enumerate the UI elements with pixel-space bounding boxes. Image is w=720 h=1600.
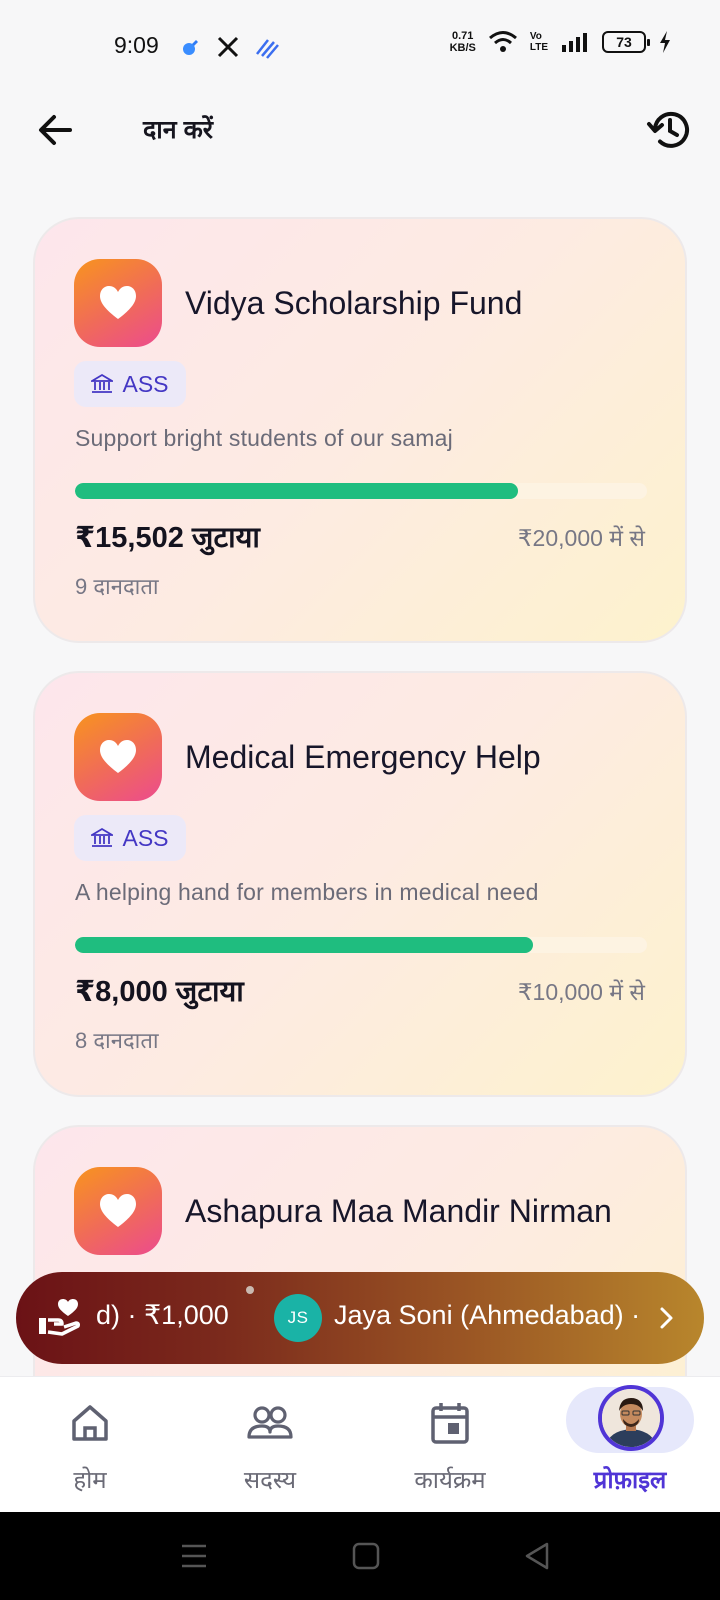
recent-donations-ticker[interactable]: d) · ₹1,000 JS Jaya Soni (Ahmedabad) · [16,1272,704,1364]
history-button[interactable] [646,106,694,154]
home-icon [72,1405,108,1441]
campaign-card[interactable]: Vidya Scholarship Fund ASS Support brigh… [33,217,687,643]
amount-raised: ₹8,000 जुटाया [75,976,244,1008]
nav-label: होम [73,1467,107,1494]
amount-raised: ₹15,502 जुटाया [75,522,260,554]
network-speed: 0.71 KB/S [450,30,476,54]
status-time: 9:09 [114,32,159,58]
campaign-description: Support bright students of our samaj [75,425,453,451]
donor-count: 9 दानदाता [75,574,159,599]
signal-app-icon [256,39,279,59]
nav-label: कार्यक्रम [414,1467,486,1494]
org-label: ASS [122,824,169,851]
heart-icon [100,740,136,773]
back-button[interactable] [34,108,78,152]
campaign-card[interactable]: Medical Emergency Help ASS A helping han… [33,671,687,1097]
cell-signal-icon [562,33,587,52]
campaign-title: Ashapura Maa Mandir Nirman [185,1193,612,1229]
members-icon [247,1406,293,1439]
nav-label: सदस्य [243,1467,297,1494]
speed-value: 0.71 [451,30,474,42]
profile-avatar[interactable] [598,1385,664,1451]
back-triangle-icon[interactable] [518,1536,558,1576]
arrow-left-icon [39,115,72,145]
nav-label: प्रोफ़ाइल [593,1467,667,1494]
org-badge[interactable]: ASS [74,361,186,407]
home-square-icon[interactable] [346,1536,386,1576]
heart-icon [100,286,136,319]
menu-icon[interactable] [174,1536,214,1576]
nav-item-home[interactable]: होम [0,1377,180,1513]
campaign-title: Vidya Scholarship Fund [185,285,523,321]
history-icon [647,111,689,148]
app-notification-icon [183,40,198,55]
amount-goal: ₹20,000 में से [517,525,645,551]
chevron-right-icon[interactable] [648,1300,684,1336]
system-navigation-bar [0,1512,720,1600]
calendar-icon-wrap [426,1399,474,1447]
calendar-icon [431,1403,469,1444]
charging-icon [660,31,670,53]
progress-fill [75,937,533,953]
bottom-navigation: होम सदस्य कार्यक्रम प्रोफ़ाइल [0,1376,720,1512]
donation-entry: d) · ₹1,000 [96,1300,229,1330]
bank-icon [91,373,114,393]
org-badge[interactable]: ASS [74,815,186,861]
nav-item-events[interactable]: कार्यक्रम [360,1377,540,1513]
volte-bottom: LTE [529,42,548,53]
battery-indicator: 73 [602,31,650,53]
separator-dot [246,1286,254,1294]
donor-avatar: JS [274,1294,322,1342]
amount-goal: ₹10,000 में से [517,979,645,1005]
home-icon-wrap [66,1399,114,1447]
volte-top: Vo [529,31,542,42]
progress-bar [75,937,647,953]
bank-icon [91,827,114,847]
org-label: ASS [122,370,169,397]
campaign-icon [74,713,162,801]
x-icon [217,36,239,58]
donate-hand-icon [39,1299,80,1336]
nav-item-members[interactable]: सदस्य [180,1377,360,1513]
campaign-icon [74,1167,162,1255]
system-indicators: 0.71 KB/S Vo LTE 73 [450,30,672,54]
notification-icons [180,34,280,60]
wifi-icon [488,31,517,52]
campaign-icon [74,259,162,347]
progress-bar [75,483,647,499]
donor-count: 8 दानदाता [75,1028,159,1053]
progress-fill [75,483,519,499]
members-icon-wrap [246,1399,294,1447]
campaign-description: A helping hand for members in medical ne… [75,879,539,905]
status-bar: 9:09 0.71 KB/S Vo LTE 73 [0,0,720,96]
volte-indicator: Vo LTE [530,31,548,53]
donor-name: Jaya Soni (Ahmedabad) · [334,1300,641,1330]
user-photo-icon [602,1389,660,1447]
campaign-title: Medical Emergency Help [185,739,541,775]
page-title: दान करें [143,116,213,144]
speed-unit: KB/S [449,42,476,54]
app-header: दान करें [0,96,720,166]
heart-icon [100,1194,136,1227]
